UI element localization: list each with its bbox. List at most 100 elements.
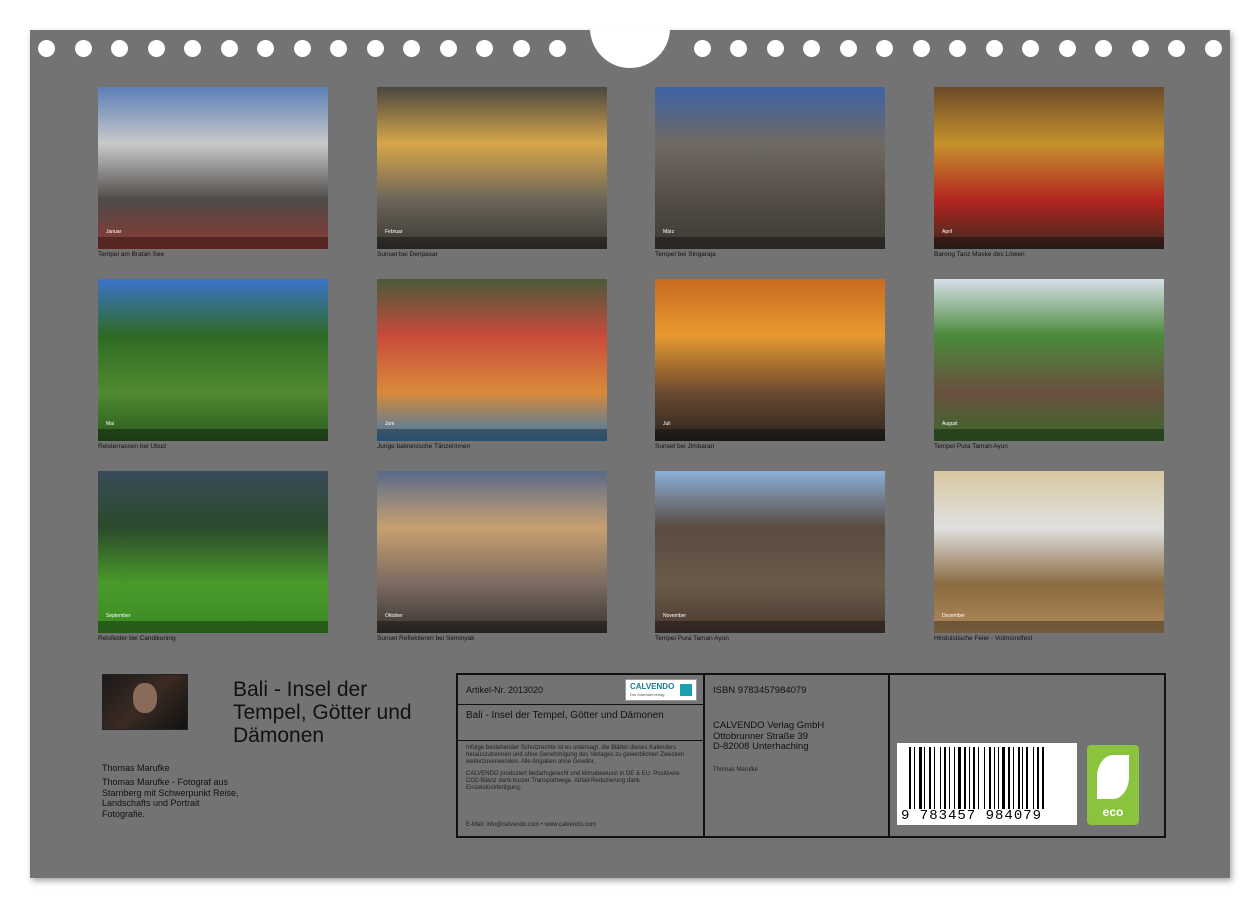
binding-hole [476, 40, 493, 57]
month-caption: Tempel am Bratan See [98, 251, 165, 258]
info-calendar-title: Bali - Insel der Tempel, Götter und Dämo… [458, 705, 703, 741]
month-caption: Sunset Reflektieren bei Seminyak [377, 635, 475, 642]
barcode-bar [1017, 747, 1020, 809]
calendar-date-strip [655, 621, 885, 633]
isbn: ISBN 9783457984079 [713, 685, 807, 696]
binding-hole [840, 40, 857, 57]
binding-hole [876, 40, 893, 57]
contact-email: E-Mail: info@calvendo.com • www.calvendo… [466, 822, 596, 828]
barcode-bar [1022, 747, 1024, 809]
calendar-date-strip [98, 237, 328, 249]
month-caption: Reisterrassen bei Ubud [98, 443, 166, 450]
barcode-bar [918, 747, 922, 809]
info-author: Thomas Marufke [713, 766, 759, 773]
calendar-date-strip [934, 429, 1164, 441]
month-label: Januar [106, 229, 122, 235]
month-photo: April [934, 87, 1164, 249]
month-caption: Tempel bei Singaraja [655, 251, 716, 258]
eco-label: eco [1102, 805, 1124, 819]
binding-hole [38, 40, 55, 57]
month-card: August Tempel Pura Taman Ayun [934, 279, 1164, 450]
month-photo: Dezember [934, 471, 1164, 633]
month-photo: August [934, 279, 1164, 441]
month-label: Februar [385, 229, 403, 235]
legal-notes: Infolge bestehender Schutzrechte ist es … [458, 741, 703, 801]
binding-hole [440, 40, 457, 57]
barcode-bar [958, 747, 961, 809]
binding-hole [367, 40, 384, 57]
info-column-left: Artikel-Nr. 2013020 CALVENDO Der Kalende… [458, 675, 705, 836]
barcode-bar [1033, 747, 1034, 809]
month-card: März Tempel bei Singaraja [655, 87, 885, 258]
month-photo: Mai [98, 279, 328, 441]
barcode-bar [998, 747, 1000, 809]
article-number: Artikel-Nr. 2013020 [466, 685, 544, 695]
binding-hole [257, 40, 274, 57]
barcode-bar [949, 747, 951, 809]
binding-hole [1132, 40, 1149, 57]
binding-hole [803, 40, 820, 57]
month-label: Juni [385, 421, 395, 427]
month-photo: Februar [377, 87, 607, 249]
month-photo: Oktober [377, 471, 607, 633]
month-card: Oktober Sunset Reflektieren bei Seminyak [377, 471, 607, 642]
binding-hole [184, 40, 201, 57]
month-card: September Reisfelder bei Candikuning [98, 471, 328, 642]
month-caption: Sunset bei Jimbaran [655, 443, 715, 450]
calendar-date-strip [655, 429, 885, 441]
legal-note-production: CALVENDO produziert bedarfsgerecht und k… [466, 771, 680, 791]
binding-hole [330, 40, 347, 57]
calvendo-logo: CALVENDO Der Kalenderverlag [625, 679, 697, 701]
calendar-date-strip [934, 237, 1164, 249]
publisher-city: D-82008 Unterhaching [713, 741, 809, 752]
month-label: Dezember [942, 613, 966, 619]
month-label: März [663, 229, 675, 235]
barcode-bar [1012, 747, 1014, 809]
binding-hole [1095, 40, 1112, 57]
month-caption: Junge balinesische Tänzerinnen [377, 443, 471, 450]
binding-hole [513, 40, 530, 57]
month-card: Dezember Hinduistische Feier - Vollmondfe… [934, 471, 1164, 642]
barcode-bar [1041, 747, 1044, 809]
barcode-bar [973, 747, 976, 809]
barcode-bar [1036, 747, 1039, 809]
month-card: Juni Junge balinesische Tänzerinnen [377, 279, 607, 450]
binding-hole [148, 40, 165, 57]
month-label: Juli [663, 421, 671, 427]
binding-hole [75, 40, 92, 57]
binding-hole [949, 40, 966, 57]
calendar-back-cover: Januar Tempel am Bratan See Februar Sunset … [30, 28, 1230, 878]
month-card: Mai Reisterrassen bei Ubud [98, 279, 328, 450]
month-photo: November [655, 471, 885, 633]
month-card: Februar Sunset bei Denpasar [377, 87, 607, 258]
month-card: April Barong Tanz Maske des Löwen [934, 87, 1164, 258]
month-card: Januar Tempel am Bratan See [98, 87, 328, 258]
barcode-bar [968, 747, 970, 809]
barcode-bar [1002, 747, 1006, 809]
article-row: Artikel-Nr. 2013020 CALVENDO Der Kalende… [458, 675, 703, 705]
product-info-box: Artikel-Nr. 2013020 CALVENDO Der Kalende… [456, 673, 1166, 838]
barcode-bar [1008, 747, 1010, 809]
binding-hole [1205, 40, 1222, 57]
barcode-bar [943, 747, 946, 809]
calendar-date-strip [655, 237, 885, 249]
month-label: September [106, 613, 131, 619]
leaf-icon [1097, 755, 1129, 799]
calvendo-logo-subtitle: Der Kalenderverlag [630, 692, 665, 697]
barcode-bar [954, 747, 956, 809]
month-photo: Juli [655, 279, 885, 441]
barcode-bar [909, 747, 911, 809]
binding-hole [767, 40, 784, 57]
calendar-date-strip [377, 237, 607, 249]
month-photo: Juni [377, 279, 607, 441]
month-caption: Reisfelder bei Candikuning [98, 635, 176, 642]
hanger-notch [590, 28, 670, 68]
info-column-right: 9 783457 984079 eco [890, 675, 1164, 836]
barcode-bar [984, 747, 985, 809]
author-bio: Thomas Marufke - Fotograf aus Starnberg … [102, 777, 239, 819]
barcode-bar [963, 747, 966, 809]
info-column-middle: ISBN 9783457984079 CALVENDO Verlag GmbH … [705, 675, 890, 836]
month-photo: März [655, 87, 885, 249]
binding-hole [1022, 40, 1039, 57]
barcode-bar [929, 747, 932, 809]
